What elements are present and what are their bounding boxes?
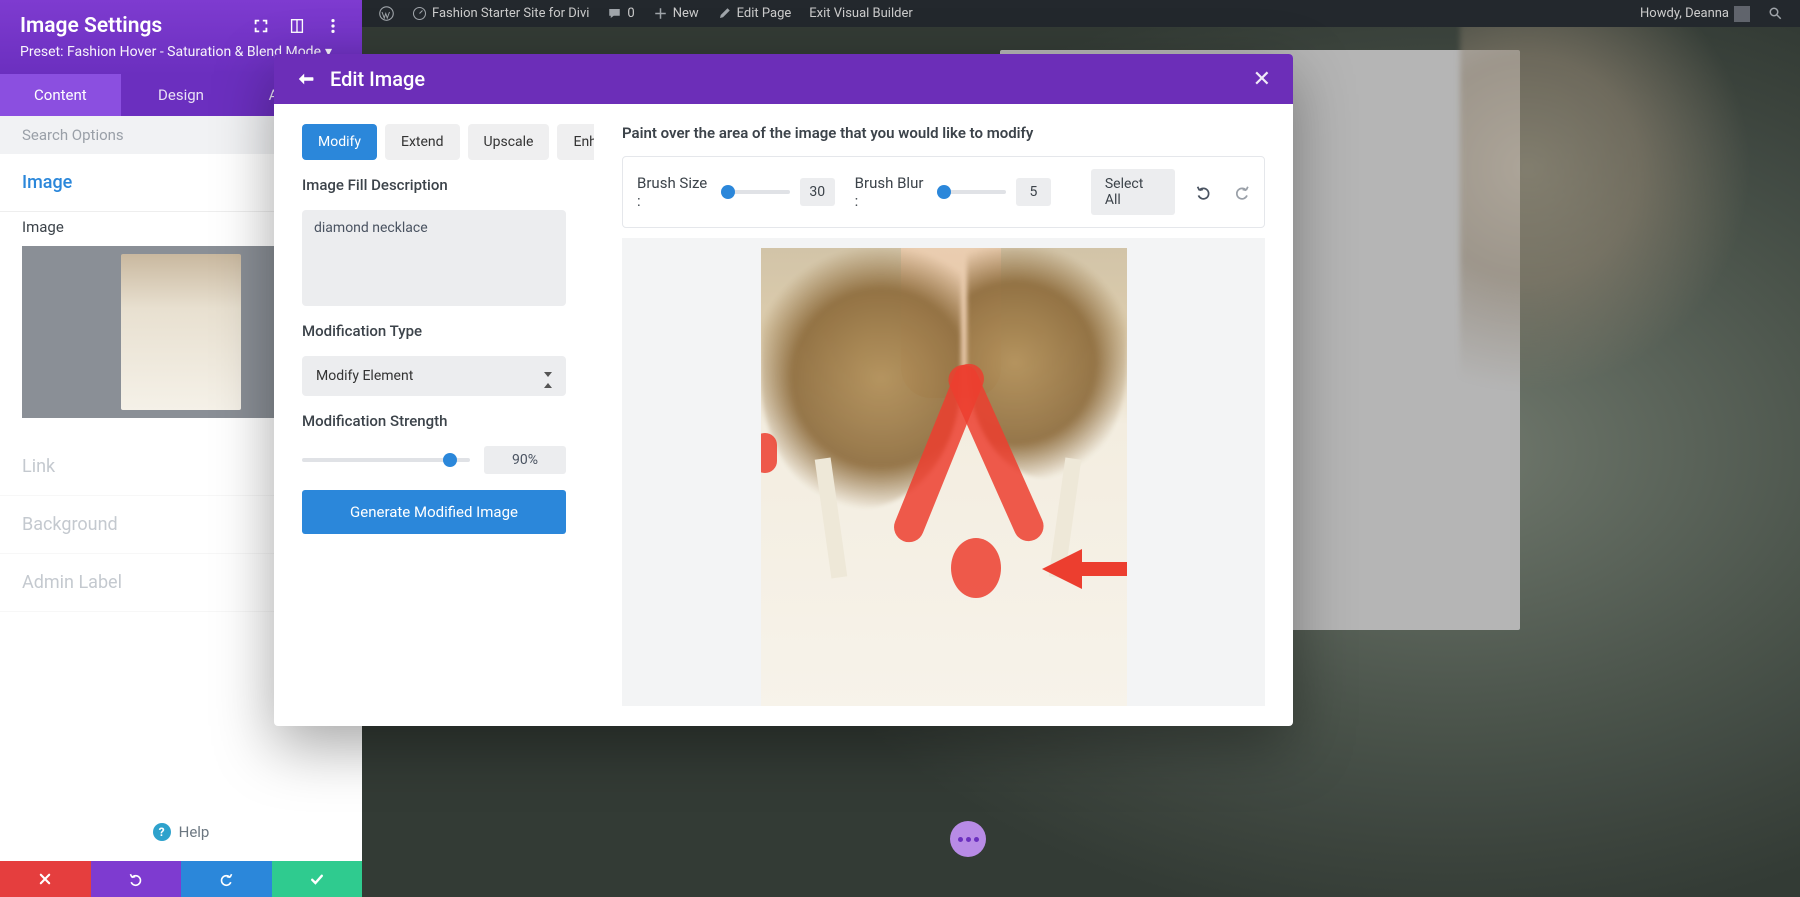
exit-visual-builder[interactable]: Exit Visual Builder <box>800 6 921 21</box>
help-label: Help <box>179 823 210 841</box>
redo-icon[interactable] <box>1233 183 1250 201</box>
new-label: New <box>673 6 699 21</box>
tab-extend[interactable]: Extend <box>385 124 460 160</box>
tab-content[interactable]: Content <box>0 74 121 116</box>
slider-thumb[interactable] <box>937 185 951 199</box>
select-all-button[interactable]: Select All <box>1091 169 1175 215</box>
help-link[interactable]: ? Help <box>0 803 362 861</box>
generate-button[interactable]: Generate Modified Image <box>302 490 566 534</box>
modify-tabs: Modify Extend Upscale Enhance <box>302 124 566 160</box>
brush-blur-slider[interactable] <box>938 190 1006 194</box>
search[interactable] <box>1759 6 1792 21</box>
brush-blur-label: Brush Blur : <box>855 174 929 210</box>
mod-strength-label: Modification Strength <box>302 412 566 430</box>
brush-size-label: Brush Size : <box>637 174 712 210</box>
brush-blur-value[interactable]: 5 <box>1016 178 1051 206</box>
strength-slider[interactable] <box>302 458 470 462</box>
modal-left-panel: Modify Extend Upscale Enhance Image Fill… <box>274 104 594 726</box>
comment-icon <box>607 6 622 21</box>
pencil-icon <box>717 6 732 21</box>
undo-icon <box>128 871 144 887</box>
help-icon: ? <box>153 823 171 841</box>
canvas-image[interactable] <box>761 248 1127 706</box>
select-caret-icon <box>544 372 552 377</box>
expand-icon[interactable] <box>252 17 270 35</box>
paint-mask <box>951 538 1001 598</box>
settings-footer <box>0 861 362 897</box>
redo-button[interactable] <box>181 861 272 897</box>
user-greeting[interactable]: Howdy, Deanna <box>1631 6 1759 22</box>
check-icon <box>309 871 325 887</box>
redo-icon <box>218 871 234 887</box>
search-icon <box>1768 6 1783 21</box>
close-button[interactable]: ✕ <box>1253 67 1271 92</box>
page-actions-fab[interactable] <box>950 821 986 857</box>
dashboard-icon <box>412 6 427 21</box>
site-name[interactable]: Fashion Starter Site for Divi <box>403 6 598 21</box>
page-background-hair <box>1460 0 1800 420</box>
mod-type-select[interactable]: Modify Element <box>302 356 566 396</box>
slider-thumb[interactable] <box>443 453 457 467</box>
brush-size-slider[interactable] <box>722 190 790 194</box>
modal-header: Edit Image ✕ <box>274 54 1293 104</box>
comments-count: 0 <box>627 6 634 21</box>
modal-right-panel: Paint over the area of the image that yo… <box>594 104 1293 726</box>
fill-desc-input[interactable] <box>302 210 566 306</box>
back-icon[interactable] <box>296 70 316 88</box>
save-button[interactable] <box>272 861 363 897</box>
tab-design[interactable]: Design <box>121 74 242 116</box>
brush-size-value[interactable]: 30 <box>800 178 835 206</box>
mod-type-value: Modify Element <box>316 368 413 384</box>
new-content[interactable]: New <box>644 6 708 21</box>
tab-enhance[interactable]: Enhance <box>557 124 594 160</box>
tab-upscale[interactable]: Upscale <box>468 124 550 160</box>
edit-page[interactable]: Edit Page <box>708 6 801 21</box>
panel-title: Image Settings <box>20 14 240 38</box>
tab-modify[interactable]: Modify <box>302 124 377 160</box>
slider-thumb[interactable] <box>721 185 735 199</box>
drag-icon[interactable] <box>288 17 306 35</box>
brush-toolbar: Brush Size : 30 Brush Blur : 5 Select Al… <box>622 156 1265 228</box>
paint-mask <box>761 433 777 473</box>
paint-instruction: Paint over the area of the image that yo… <box>622 124 1265 142</box>
avatar <box>1734 6 1750 22</box>
exit-vb-label: Exit Visual Builder <box>809 6 912 21</box>
search-placeholder: Search Options <box>22 126 124 144</box>
site-name-label: Fashion Starter Site for Divi <box>432 6 589 21</box>
fill-desc-label: Image Fill Description <box>302 176 566 194</box>
edit-image-modal: Edit Image ✕ Modify Extend Upscale Enhan… <box>274 54 1293 726</box>
strength-value[interactable]: 90% <box>484 446 566 474</box>
close-icon <box>38 872 52 886</box>
modal-title: Edit Image <box>330 67 425 91</box>
paint-canvas[interactable] <box>622 238 1265 706</box>
undo-button[interactable] <box>91 861 182 897</box>
undo-icon[interactable] <box>1195 183 1212 201</box>
mod-type-label: Modification Type <box>302 322 566 340</box>
wp-logo[interactable] <box>370 6 403 21</box>
wordpress-icon <box>379 6 394 21</box>
wp-admin-bar: Fashion Starter Site for Divi 0 New Edit… <box>362 0 1800 27</box>
comments[interactable]: 0 <box>598 6 643 21</box>
plus-icon <box>653 6 668 21</box>
greeting-text: Howdy, Deanna <box>1640 6 1729 21</box>
cancel-button[interactable] <box>0 861 91 897</box>
edit-page-label: Edit Page <box>737 6 792 21</box>
more-icon[interactable] <box>324 17 342 35</box>
